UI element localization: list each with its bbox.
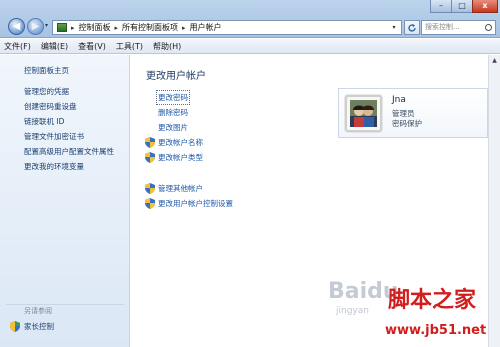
address-dropdown-icon[interactable]: ▾ (387, 24, 401, 31)
refresh-button[interactable] (404, 20, 420, 35)
uac-shield-icon (145, 198, 155, 209)
chevron-right-icon[interactable]: ▸ (182, 24, 186, 32)
account-card: Jna 管理员 密码保护 (338, 88, 488, 138)
user-picture-icon (350, 100, 377, 127)
menu-help[interactable]: 帮助(H) (153, 41, 181, 52)
control-panel-home-link[interactable]: 控制面板主页 (24, 65, 69, 76)
refresh-icon (408, 24, 416, 32)
see-also-heading: 另请参阅 (24, 307, 52, 315)
search-placeholder: 搜索控制... (425, 23, 460, 31)
divider (6, 304, 124, 305)
uac-shield-icon (145, 183, 155, 194)
create-reset-disk-link[interactable]: 创建密码重设盘 (24, 101, 77, 112)
minimize-button[interactable]: – (430, 0, 452, 13)
breadcrumb-control-panel[interactable]: 控制面板 (79, 22, 111, 33)
jingyan-watermark: jingyan (336, 306, 369, 316)
title-bar: – □ x ◀ ▶ ▾ ▸ 控制面板 ▸ 所有控制面板项 ▸ 用户帐户 ▾ 搜索… (0, 0, 500, 38)
uac-shield-icon (145, 137, 155, 148)
control-panel-icon (57, 23, 67, 32)
avatar[interactable] (345, 95, 382, 132)
environment-variables-link[interactable]: 更改我的环境变量 (24, 161, 84, 172)
parental-controls-link[interactable]: 家长控制 (24, 321, 54, 332)
chevron-right-icon[interactable]: ▸ (71, 24, 75, 32)
jb51-watermark: 脚本之家 (388, 287, 477, 313)
vertical-scrollbar[interactable]: ▲ (488, 55, 500, 347)
account-name: Jna (392, 95, 406, 105)
uac-settings-link[interactable]: 更改用户帐户控制设置 (158, 198, 233, 209)
recent-pages-dropdown-icon[interactable]: ▾ (45, 22, 48, 29)
page-title: 更改用户帐户 (146, 71, 206, 82)
menu-bar: 文件(F) 编辑(E) 查看(V) 工具(T) 帮助(H) (0, 39, 500, 54)
jb51-url-watermark: www.jb51.net (385, 323, 487, 338)
manage-other-accounts-link[interactable]: 管理其他帐户 (158, 183, 203, 194)
shield-icon (10, 321, 20, 332)
advanced-profile-link[interactable]: 配置高级用户配置文件属性 (24, 146, 114, 157)
menu-view[interactable]: 查看(V) (78, 41, 106, 52)
remove-password-link[interactable]: 删除密码 (158, 107, 188, 118)
menu-tools[interactable]: 工具(T) (116, 41, 143, 52)
maximize-button[interactable]: □ (451, 0, 473, 13)
change-account-name-link[interactable]: 更改帐户名称 (158, 137, 203, 148)
uac-shield-icon (145, 152, 155, 163)
breadcrumb-all-items[interactable]: 所有控制面板项 (122, 22, 178, 33)
left-nav-pane: 控制面板主页 管理您的凭据 创建密码重设盘 链接联机 ID 管理文件加密证书 配… (0, 55, 130, 347)
search-input[interactable]: 搜索控制... (421, 20, 496, 35)
manage-certificates-link[interactable]: 管理文件加密证书 (24, 131, 84, 142)
chevron-right-icon[interactable]: ▸ (115, 24, 119, 32)
manage-credentials-link[interactable]: 管理您的凭据 (24, 86, 69, 97)
forward-button[interactable]: ▶ (27, 18, 44, 35)
search-icon[interactable] (485, 24, 492, 31)
link-online-id-link[interactable]: 链接联机 ID (24, 116, 64, 127)
back-button[interactable]: ◀ (8, 18, 25, 35)
scroll-up-arrow-icon[interactable]: ▲ (489, 55, 500, 66)
change-password-link[interactable]: 更改密码 (156, 90, 190, 105)
menu-file[interactable]: 文件(F) (4, 41, 31, 52)
close-button[interactable]: x (472, 0, 498, 13)
password-status: 密码保护 (392, 119, 422, 128)
address-bar[interactable]: ▸ 控制面板 ▸ 所有控制面板项 ▸ 用户帐户 ▾ (52, 20, 402, 35)
change-picture-link[interactable]: 更改图片 (158, 122, 188, 133)
breadcrumb-user-accounts[interactable]: 用户帐户 (190, 22, 222, 33)
menu-edit[interactable]: 编辑(E) (41, 41, 68, 52)
change-account-type-link[interactable]: 更改帐户类型 (158, 152, 203, 163)
